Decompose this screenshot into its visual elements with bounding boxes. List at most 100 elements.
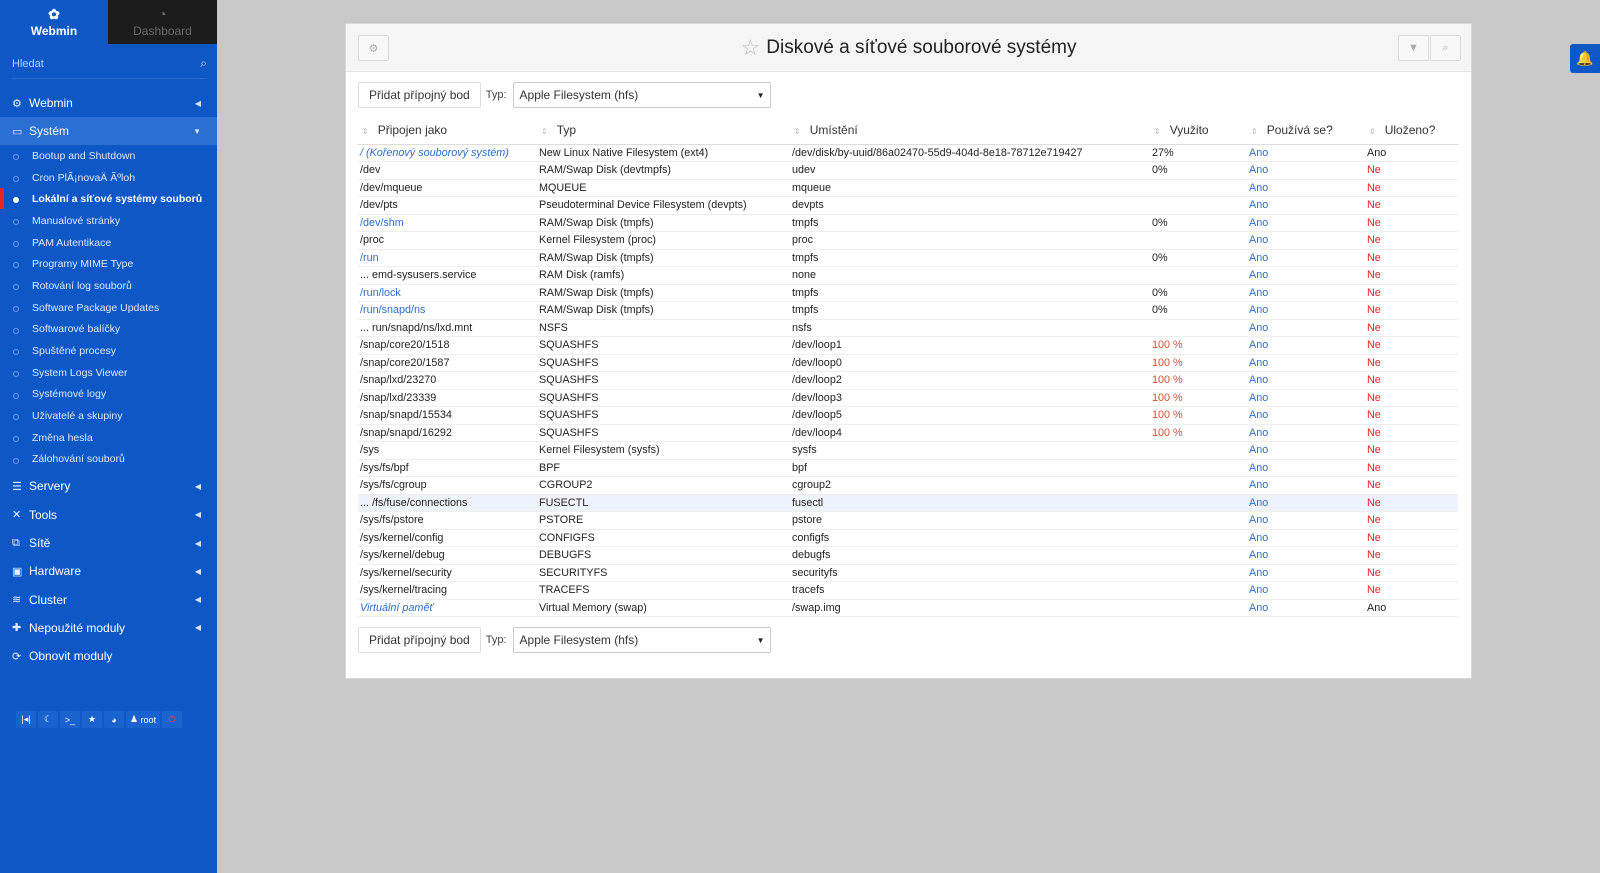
column-header[interactable]: ⇕ Připojen jako (358, 116, 537, 145)
table-cell[interactable]: Ano (1247, 354, 1365, 372)
table-cell[interactable]: Ano (1247, 371, 1365, 390)
table-cell[interactable]: /proc (358, 231, 537, 250)
table-cell[interactable]: Ano (1247, 249, 1365, 267)
sidebar-item[interactable]: Bootup and Shutdown (0, 145, 217, 167)
table-cell[interactable]: Ano (1247, 406, 1365, 425)
table-cell[interactable]: Ano (1247, 231, 1365, 250)
table-cell[interactable]: Ano (1247, 476, 1365, 495)
table-cell[interactable]: ... emd-sysusers.service (358, 266, 537, 285)
table-cell[interactable]: Ano (1247, 266, 1365, 285)
search-icon[interactable]: ⌕ (1430, 35, 1461, 61)
table-cell[interactable]: Ano (1247, 144, 1365, 162)
table-cell[interactable]: Ano (1247, 196, 1365, 215)
column-header[interactable]: ⇕ Typ (537, 116, 790, 145)
sidebar-item[interactable]: System Logs Viewer (0, 362, 217, 384)
column-header[interactable]: ⇕ Umístění (790, 116, 1150, 145)
add-mount-button[interactable]: Přidat přípojný bod (358, 82, 481, 108)
sidebar-category[interactable]: ☰ Servery ◀ (0, 472, 217, 500)
table-cell[interactable]: /sys/fs/bpf (358, 459, 537, 477)
webmin-tab[interactable]: ✿ Webmin (0, 0, 108, 44)
table-cell[interactable]: /run (358, 249, 537, 267)
sidebar-item[interactable]: Zálohování souborů (0, 449, 217, 471)
table-cell[interactable]: /sys/fs/pstore (358, 511, 537, 530)
table-cell[interactable]: Ano (1247, 179, 1365, 197)
table-cell[interactable]: Ano (1247, 336, 1365, 355)
table-cell[interactable]: /sys/kernel/security (358, 564, 537, 582)
filter-icon[interactable]: ▼ (1398, 35, 1429, 61)
table-cell[interactable]: /dev (358, 161, 537, 180)
sidebar-item[interactable]: Cron PlÃ¡novaÄ Ãºloh (0, 167, 217, 189)
table-cell[interactable]: /snap/lxd/23339 (358, 389, 537, 407)
sidebar-item[interactable]: Systémové logy (0, 384, 217, 406)
sidebar-item[interactable]: Programy MIME Type (0, 253, 217, 275)
table-cell[interactable]: ... run/snapd/ns/lxd.mnt (358, 319, 537, 337)
table-cell[interactable]: /snap/snapd/15534 (358, 406, 537, 425)
table-cell[interactable]: Ano (1247, 546, 1365, 565)
table-cell[interactable]: /dev/mqueue (358, 179, 537, 197)
table-cell[interactable]: /dev/shm (358, 214, 537, 232)
sidebar-category[interactable]: ⧉ Sítě ◀ (0, 529, 217, 557)
sidebar-category[interactable]: ▣ Hardware ◀ (0, 557, 217, 585)
dashboard-tab[interactable]: ◔ Dashboard (108, 0, 217, 44)
star-icon[interactable]: ★ (82, 711, 102, 728)
table-cell[interactable]: /run/snapd/ns (358, 301, 537, 320)
table-cell[interactable]: Ano (1247, 301, 1365, 320)
table-cell[interactable]: Ano (1247, 459, 1365, 477)
table-cell[interactable]: /sys/fs/cgroup (358, 476, 537, 495)
table-cell[interactable]: /snap/lxd/23270 (358, 371, 537, 390)
search-icon[interactable]: ⌕ (200, 56, 207, 71)
sidebar-item[interactable]: PAM Autentikace (0, 232, 217, 254)
sidebar-search[interactable]: Hledat ⌕ (12, 55, 207, 79)
table-cell[interactable]: /dev/pts (358, 196, 537, 215)
notifications-bell-icon[interactable]: 🔔 (1570, 44, 1600, 73)
fs-type-select[interactable]: Apple Filesystem (hfs) ▼ (512, 82, 771, 108)
palette-icon[interactable]: ◕ (104, 711, 124, 728)
table-cell[interactable]: /sys (358, 441, 537, 460)
sidebar-category-webmin[interactable]: ⚙ Webmin ◀ (0, 89, 217, 117)
table-cell[interactable]: /sys/kernel/debug (358, 546, 537, 565)
collapse-icon[interactable]: |◂| (16, 711, 36, 728)
moon-icon[interactable]: ☾ (38, 711, 58, 728)
table-cell[interactable]: Ano (1247, 284, 1365, 302)
column-header[interactable]: ⇕ Využito (1150, 116, 1247, 145)
sidebar-item[interactable]: Softwarové balíčky (0, 319, 217, 341)
table-cell[interactable]: /snap/snapd/16292 (358, 424, 537, 442)
sidebar-category[interactable]: ⟳ Obnovit moduly (0, 642, 217, 670)
sidebar-category[interactable]: ✚ Nepoužité moduly ◀ (0, 614, 217, 642)
sidebar-category[interactable]: ✕ Tools ◀ (0, 501, 217, 529)
favorite-star-icon[interactable]: ☆ (741, 35, 761, 60)
table-cell[interactable]: Ano (1247, 511, 1365, 530)
sidebar-item[interactable]: Spuštěné procesy (0, 340, 217, 362)
table-cell[interactable]: / (Kořenový souborový systém) (358, 144, 537, 162)
sidebar-item[interactable]: Uživatelé a skupiny (0, 405, 217, 427)
table-cell[interactable]: Ano (1247, 214, 1365, 232)
table-cell[interactable]: Ano (1247, 424, 1365, 442)
sidebar-item[interactable]: Změna hesla (0, 427, 217, 449)
table-cell[interactable]: /snap/core20/1518 (358, 336, 537, 355)
table-cell[interactable]: /sys/kernel/tracing (358, 581, 537, 600)
table-cell[interactable]: /snap/core20/1587 (358, 354, 537, 372)
add-mount-button-bottom[interactable]: Přidat přípojný bod (358, 627, 481, 653)
table-cell[interactable]: Ano (1247, 581, 1365, 600)
fs-type-select-bottom[interactable]: Apple Filesystem (hfs) ▼ (512, 627, 771, 653)
column-header[interactable]: ⇕ Uloženo? (1365, 116, 1458, 145)
table-cell[interactable]: /run/lock (358, 284, 537, 302)
column-header[interactable]: ⇕ Používá se? (1247, 116, 1365, 145)
table-cell[interactable]: Ano (1247, 441, 1365, 460)
sidebar-item[interactable]: Manualové stránky (0, 210, 217, 232)
terminal-icon[interactable]: >_ (60, 711, 80, 728)
logout-icon[interactable]: ⏻ (162, 711, 183, 728)
sidebar-item[interactable]: Software Package Updates (0, 297, 217, 319)
table-cell[interactable]: Ano (1247, 389, 1365, 407)
table-cell[interactable]: Ano (1247, 529, 1365, 547)
sidebar-category-system[interactable]: ▭ Systém ▼ (0, 117, 217, 145)
table-cell[interactable]: Ano (1247, 564, 1365, 582)
table-cell[interactable]: /sys/kernel/config (358, 529, 537, 547)
table-cell[interactable]: Ano (1247, 319, 1365, 337)
table-cell[interactable]: Virtuální paměť (358, 599, 537, 617)
search-input[interactable]: Hledat (12, 58, 44, 70)
table-cell[interactable]: Ano (1247, 494, 1365, 512)
sidebar-category[interactable]: ≋ Cluster ◀ (0, 586, 217, 614)
table-cell[interactable]: Ano (1247, 161, 1365, 180)
user-menu-button[interactable]: ♟ root (126, 711, 161, 728)
